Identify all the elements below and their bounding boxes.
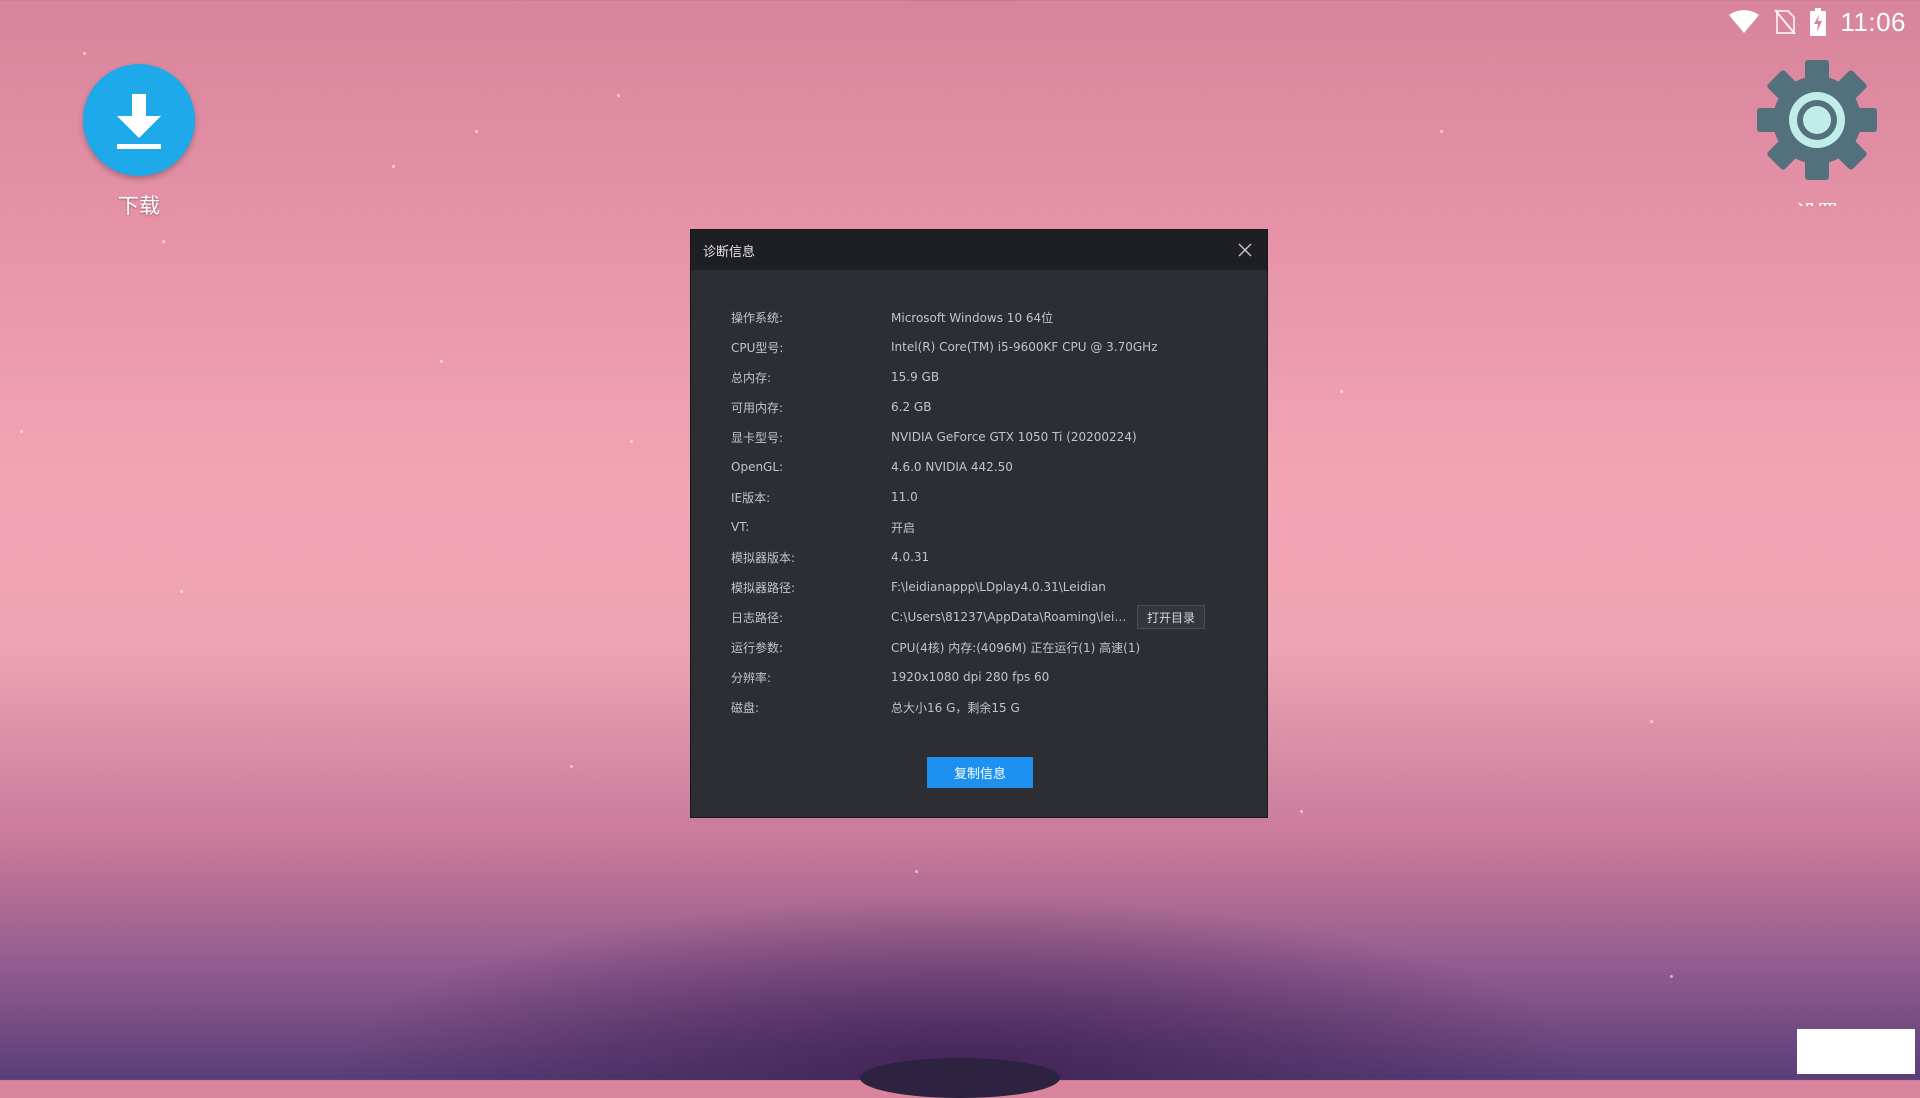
diagnostics-dialog: 诊断信息 操作系统: Microsoft Windows 10 64位 CPU型… [690,229,1268,818]
download-app-label: 下载 [118,194,160,218]
info-label: VT: [731,520,750,534]
info-row-log-path: 日志路径: C:\Users\81237\AppData\Roaming\lei… [731,602,1231,632]
info-row-total-memory: 总内存: 15.9 GB [731,362,1231,392]
settings-app[interactable]: 设置 [1752,58,1882,206]
info-label: OpenGL: [731,460,784,474]
info-value: C:\Users\81237\AppData\Roaming\leidi... [891,610,1131,624]
info-row-gpu: 显卡型号: NVIDIA GeForce GTX 1050 Ti (202002… [731,422,1231,452]
mountain-silhouette [860,1058,1060,1098]
info-label: IE版本: [731,490,771,505]
download-app[interactable]: 下载 [80,64,198,220]
info-row-emulator-path: 模拟器路径: F:\leidianappp\LDplay4.0.31\Leidi… [731,572,1231,602]
status-bar: 11:06 [1728,6,1906,38]
info-label: 模拟器版本: [731,550,796,565]
dialog-header: 诊断信息 [691,230,1267,270]
info-row-os: 操作系统: Microsoft Windows 10 64位 [731,302,1231,332]
info-value: F:\leidianappp\LDplay4.0.31\Leidian [891,580,1106,594]
info-label: 日志路径: [731,610,784,625]
download-icon [83,64,195,176]
info-value: NVIDIA GeForce GTX 1050 Ti (20200224) [891,430,1137,444]
copy-info-button[interactable]: 复制信息 [927,757,1033,788]
dialog-title: 诊断信息 [703,244,756,260]
info-row-resolution: 分辨率: 1920x1080 dpi 280 fps 60 [731,662,1231,692]
info-value: 开启 [891,520,916,535]
info-label: 操作系统: [731,310,784,325]
info-row-emulator-version: 模拟器版本: 4.0.31 [731,542,1231,572]
wifi-icon [1728,10,1760,34]
info-label: 磁盘: [731,700,760,715]
info-value: Intel(R) Core(TM) i5-9600KF CPU @ 3.70GH… [891,340,1158,354]
info-row-opengl: OpenGL: 4.6.0 NVIDIA 442.50 [731,452,1231,482]
open-directory-button[interactable]: 打开目录 [1137,605,1206,629]
info-label: CPU型号: [731,340,784,355]
info-row-run-params: 运行参数: CPU(4核) 内存:(4096M) 正在运行(1) 高速(1) [731,632,1231,662]
info-list: 操作系统: Microsoft Windows 10 64位 CPU型号: In… [731,302,1231,722]
info-value: 4.0.31 [891,550,930,564]
gear-icon [1755,58,1879,186]
info-value: 11.0 [891,490,918,504]
close-icon [1238,243,1252,257]
info-row-cpu: CPU型号: Intel(R) Core(TM) i5-9600KF CPU @… [731,332,1231,362]
info-label: 分辨率: [731,670,772,685]
battery-charging-icon [1810,8,1827,36]
no-sim-icon [1774,9,1797,35]
blank-overlay [1797,1029,1915,1074]
info-label: 可用内存: [731,400,784,415]
info-label: 显卡型号: [731,430,784,445]
info-value: CPU(4核) 内存:(4096M) 正在运行(1) 高速(1) [891,640,1141,655]
info-row-available-memory: 可用内存: 6.2 GB [731,392,1231,422]
info-row-disk: 磁盘: 总大小16 G，剩余15 G [731,692,1231,722]
info-row-vt: VT: 开启 [731,512,1231,542]
info-value: 1920x1080 dpi 280 fps 60 [891,670,1050,684]
clock: 11:06 [1840,6,1906,37]
settings-app-label: 设置 [1796,198,1838,206]
info-label: 运行参数: [731,640,784,655]
info-value: 总大小16 G，剩余15 G [891,700,1020,715]
info-value: 15.9 GB [891,370,940,384]
info-value: 4.6.0 NVIDIA 442.50 [891,460,1013,474]
close-button[interactable] [1235,240,1255,260]
info-value: Microsoft Windows 10 64位 [891,310,1054,325]
info-label: 模拟器路径: [731,580,796,595]
info-row-ie-version: IE版本: 11.0 [731,482,1231,512]
info-value: 6.2 GB [891,400,932,414]
info-label: 总内存: [731,370,772,385]
